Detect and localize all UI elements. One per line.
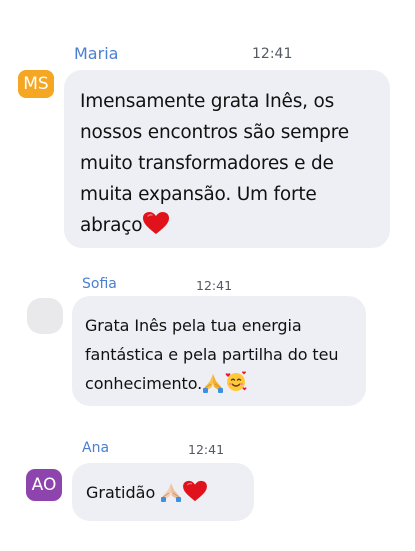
red-heart-icon [182, 480, 208, 506]
message-bubble[interactable]: Gratidão [72, 463, 254, 521]
message-time: 12:41 [188, 442, 225, 457]
message-bubble[interactable]: Imensamente grata Inês, os nossos encont… [64, 70, 390, 248]
avatar-initials: MS [23, 74, 49, 94]
folded-hands-icon [160, 480, 182, 506]
message-bubble[interactable]: Grata Inês pela tua energia fantástica e… [72, 296, 366, 406]
message-time: 12:41 [196, 278, 233, 293]
message-text: Imensamente grata Inês, os nossos encont… [80, 91, 349, 236]
message-text: Gratidão [86, 483, 156, 502]
avatar[interactable] [27, 298, 63, 334]
smiling-face-with-hearts-icon [224, 369, 248, 397]
avatar-initials: AO [31, 475, 57, 495]
avatar[interactable]: MS [18, 70, 54, 98]
sender-name[interactable]: Sofia [82, 276, 117, 292]
red-heart-icon [142, 211, 170, 239]
avatar[interactable]: AO [26, 469, 62, 501]
folded-hands-icon [202, 371, 224, 397]
sender-name[interactable]: Maria [74, 44, 118, 63]
message-time: 12:41 [252, 46, 293, 62]
sender-name[interactable]: Ana [82, 440, 109, 456]
